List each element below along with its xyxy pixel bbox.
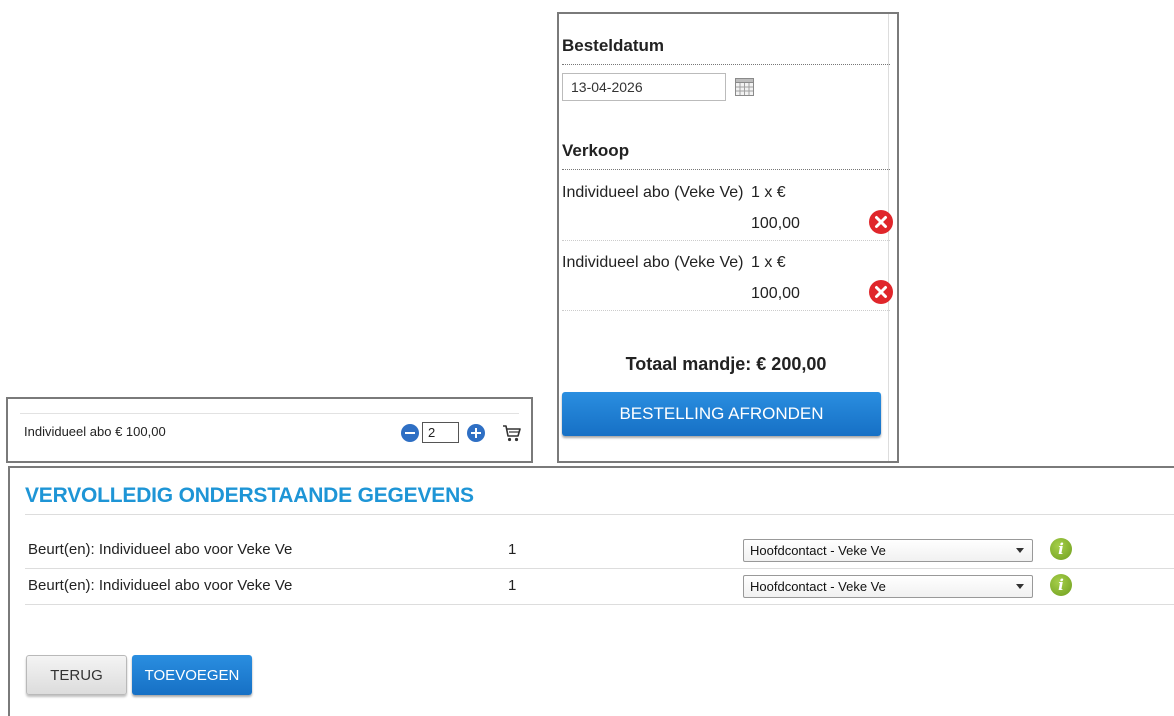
- details-section: VERVOLLEDIG ONDERSTAANDE GEGEVENS Beurt(…: [8, 466, 1174, 716]
- quantity-input[interactable]: 2: [422, 422, 459, 443]
- cart-line: Individueel abo (Veke Ve) 1 x € 100,00: [562, 241, 893, 311]
- info-icon[interactable]: i: [1050, 538, 1072, 560]
- back-button[interactable]: TERUG: [26, 655, 127, 695]
- cart-line-price: 100,00: [751, 285, 800, 302]
- contact-select-value: Hoofdcontact - Veke Ve: [750, 543, 886, 558]
- plus-icon[interactable]: [467, 424, 485, 442]
- row-divider: [25, 604, 1174, 605]
- divider: [562, 169, 890, 170]
- sale-heading: Verkoop: [562, 141, 630, 160]
- details-row: Beurt(en): Individueel abo voor Veke Ve …: [25, 569, 1174, 605]
- contact-select[interactable]: Hoofdcontact - Veke Ve: [743, 575, 1033, 598]
- contact-select[interactable]: Hoofdcontact - Veke Ve: [743, 539, 1033, 562]
- cart-total: Totaal mandje: € 200,00: [625, 354, 827, 374]
- divider: [25, 514, 1174, 515]
- add-button[interactable]: TOEVOEGEN: [132, 655, 252, 695]
- shopping-cart-icon[interactable]: [502, 423, 522, 443]
- product-panel: Individueel abo € 100,00 2: [6, 397, 533, 463]
- divider: [20, 413, 519, 414]
- cart-panel: Besteldatum 13-04-2026 Verkoop Individue…: [557, 12, 899, 463]
- cart-line: Individueel abo (Veke Ve) 1 x € 100,00: [562, 171, 893, 241]
- cart-line-quantity: 1 x €: [751, 184, 786, 201]
- delete-icon[interactable]: [869, 210, 893, 234]
- checkout-button[interactable]: BESTELLING AFRONDEN: [562, 392, 881, 436]
- chevron-down-icon: [1016, 584, 1024, 589]
- details-row: Beurt(en): Individueel abo voor Veke Ve …: [25, 533, 1174, 569]
- cart-line-quantity: 1 x €: [751, 254, 786, 271]
- cart-line-description: Individueel abo (Veke Ve): [562, 184, 744, 201]
- cart-line-description: Individueel abo (Veke Ve): [562, 254, 744, 271]
- calendar-icon[interactable]: [735, 78, 754, 96]
- details-row-count: 1: [508, 541, 517, 558]
- details-row-count: 1: [508, 577, 517, 594]
- delete-icon[interactable]: [869, 280, 893, 304]
- details-title: VERVOLLEDIG ONDERSTAANDE GEGEVENS: [25, 484, 474, 507]
- minus-icon[interactable]: [401, 424, 419, 442]
- line-divider: [562, 310, 890, 311]
- details-row-label: Beurt(en): Individueel abo voor Veke Ve: [28, 577, 293, 594]
- contact-select-value: Hoofdcontact - Veke Ve: [750, 579, 886, 594]
- product-name: Individueel abo € 100,00: [24, 424, 166, 439]
- cart-line-price: 100,00: [751, 215, 800, 232]
- chevron-down-icon: [1016, 548, 1024, 553]
- order-date-heading: Besteldatum: [562, 36, 665, 55]
- info-icon[interactable]: i: [1050, 574, 1072, 596]
- details-row-label: Beurt(en): Individueel abo voor Veke Ve: [28, 541, 293, 558]
- divider: [562, 64, 890, 65]
- order-date-input[interactable]: 13-04-2026: [562, 73, 726, 101]
